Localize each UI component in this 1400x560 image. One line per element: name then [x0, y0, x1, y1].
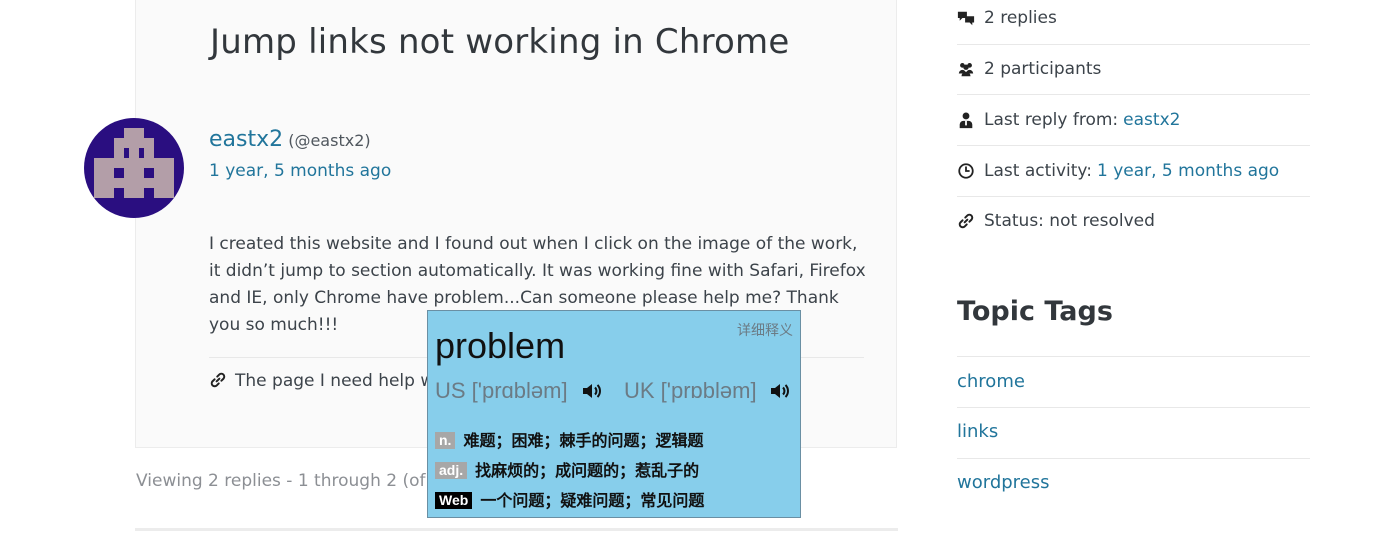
- user-icon: [959, 112, 973, 129]
- replies-meta: 2 replies: [957, 0, 1310, 43]
- related-link-row[interactable]: The page I need help w: [209, 371, 434, 391]
- status-text: Status: not resolved: [984, 211, 1155, 231]
- last-activity-label: Last activity:: [984, 161, 1092, 181]
- author-line: eastx2 (@eastx2): [209, 127, 371, 152]
- related-link-label: The page I need help w: [235, 371, 435, 391]
- replies-text: 2 replies: [984, 8, 1057, 28]
- dictionary-word: problem: [435, 325, 566, 366]
- replies-icon: [957, 11, 975, 26]
- replies-count-text: Viewing 2 replies - 1 through 2 (of 2: [136, 471, 442, 491]
- last-activity-link[interactable]: 1 year, 5 months ago: [1097, 161, 1279, 181]
- link-icon: [958, 213, 974, 229]
- uk-phonetic: UK ['prɒbləm]: [624, 378, 757, 403]
- participants-icon: [958, 63, 974, 77]
- avatar[interactable]: [84, 118, 184, 218]
- participants-text: 2 participants: [984, 59, 1102, 79]
- detail-definition-link[interactable]: 详细释义: [737, 320, 793, 340]
- divider: [135, 528, 898, 531]
- last-reply-label: Last reply from:: [984, 110, 1119, 130]
- last-reply-user-link[interactable]: eastx2: [1123, 110, 1180, 130]
- definition-text: 难题；困难；棘手的问题；逻辑题: [463, 431, 704, 450]
- pos-badge: Web: [435, 492, 473, 509]
- us-phonetic: US ['prɑbləm]: [435, 378, 568, 403]
- author-name-link[interactable]: eastx2: [209, 127, 283, 152]
- post-date-link[interactable]: 1 year, 5 months ago: [209, 161, 391, 181]
- definition-text: 找麻烦的；成问题的；惹乱子的: [475, 461, 700, 480]
- dictionary-popup[interactable]: 详细释义 problem US ['prɑbləm] UK ['prɒbləm]…: [427, 310, 801, 518]
- clock-icon: [958, 163, 974, 179]
- pos-badge: n.: [435, 432, 456, 449]
- divider: [957, 458, 1310, 459]
- divider: [957, 407, 1310, 408]
- link-icon: [210, 372, 226, 388]
- topic-tags-heading: Topic Tags: [957, 296, 1113, 327]
- tag-link-wordpress[interactable]: wordpress: [957, 472, 1050, 493]
- last-activity-meta: Last activity: 1 year, 5 months ago: [957, 146, 1310, 196]
- divider: [957, 356, 1310, 357]
- author-handle: (@eastx2): [288, 131, 371, 150]
- avatar-identicon: [84, 118, 184, 218]
- speaker-icon[interactable]: [768, 379, 792, 403]
- tag-link-chrome[interactable]: chrome: [957, 371, 1025, 392]
- participants-meta: 2 participants: [957, 44, 1310, 94]
- definition-text: 一个问题；疑难问题；常见问题: [480, 491, 705, 510]
- tag-link-links[interactable]: links: [957, 421, 998, 442]
- definition-row: n. 难题；困难；棘手的问题；逻辑题: [435, 427, 703, 451]
- last-reply-meta: Last reply from: eastx2: [957, 95, 1310, 145]
- pos-badge: adj.: [435, 462, 468, 479]
- status-meta: Status: not resolved: [957, 196, 1310, 246]
- definition-row: Web 一个问题；疑难问题；常见问题: [435, 487, 704, 511]
- speaker-icon[interactable]: [580, 379, 604, 403]
- definition-row: adj. 找麻烦的；成问题的；惹乱子的: [435, 457, 699, 481]
- page-title: Jump links not working in Chrome: [210, 22, 790, 62]
